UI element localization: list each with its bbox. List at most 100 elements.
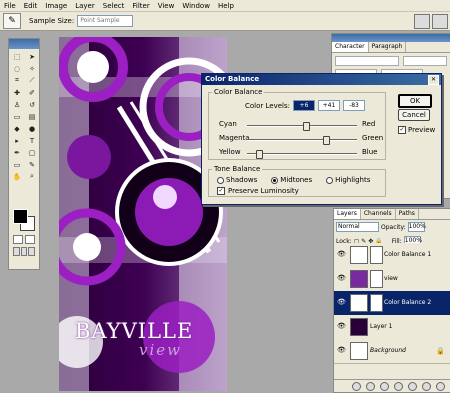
toolbox-title-bar[interactable] <box>9 39 39 49</box>
notes-tool-icon[interactable]: ▭ <box>10 159 24 170</box>
gradient-tool-icon[interactable]: ▤ <box>25 111 39 122</box>
adjustment-layer-icon[interactable] <box>394 381 403 391</box>
magenta-green-slider-knob[interactable] <box>323 136 330 145</box>
yellow-blue-track[interactable] <box>247 153 357 155</box>
marquee-tool-icon[interactable]: ⬚ <box>10 51 24 62</box>
screen-mode-full-icon[interactable] <box>28 247 36 256</box>
shape-tool-icon[interactable]: ▢ <box>25 147 39 158</box>
layer-row[interactable]: 👁 Color Balance 1 <box>334 243 450 268</box>
highlights-radio[interactable] <box>326 176 334 184</box>
type-tool-icon[interactable]: T <box>25 135 39 146</box>
eyedropper-icon[interactable]: ✎ <box>25 159 39 170</box>
font-style-select[interactable] <box>403 56 447 66</box>
new-layer-icon[interactable] <box>422 381 431 391</box>
eyedropper-tool-icon[interactable]: ✎ <box>3 13 21 29</box>
opacity-field[interactable]: 100% <box>407 222 426 232</box>
cyan-red-level-input[interactable] <box>292 100 315 111</box>
palette-well-icon[interactable] <box>432 14 448 29</box>
history-brush-icon[interactable]: ↺ <box>25 99 39 110</box>
eye-icon[interactable]: 👁 <box>337 251 346 258</box>
color-levels-row: Color Levels: <box>245 100 365 111</box>
slice-tool-icon[interactable]: ⟋ <box>25 75 39 86</box>
trash-icon[interactable] <box>436 381 445 391</box>
close-icon[interactable]: ✕ <box>428 75 439 85</box>
menu-layer[interactable]: Layer <box>71 2 99 10</box>
palette-well-icon[interactable] <box>414 14 430 29</box>
healing-tool-icon[interactable]: ✚ <box>10 87 24 98</box>
screen-mode-full-menu-icon[interactable] <box>20 247 28 256</box>
fx-icon[interactable] <box>366 381 375 391</box>
menu-edit[interactable]: Edit <box>20 2 42 10</box>
foreground-color-swatch[interactable] <box>13 209 28 224</box>
layers-panel: Layers Channels Paths Normal Opacity: 10… <box>333 208 450 393</box>
tab-paragraph[interactable]: Paragraph <box>369 42 407 52</box>
dodge-tool-icon[interactable]: ● <box>25 123 39 134</box>
preserve-luminosity-checkbox[interactable]: ✓ <box>217 187 225 195</box>
cyan-red-track[interactable] <box>247 125 357 127</box>
pen-tool-icon[interactable]: ✒ <box>10 147 24 158</box>
move-tool-icon[interactable]: ➤ <box>25 51 39 62</box>
color-balance-legend: Color Balance <box>214 88 263 96</box>
layer-row[interactable]: 👁 Layer 1 <box>334 315 450 340</box>
layer-row[interactable]: 👁 Color Balance 2 <box>334 291 450 316</box>
stamp-tool-icon[interactable]: ♙ <box>10 99 24 110</box>
font-family-select[interactable] <box>335 56 399 66</box>
magenta-green-level-input[interactable] <box>317 100 340 111</box>
menu-filter[interactable]: Filter <box>128 2 153 10</box>
shadows-option[interactable]: Shadows <box>217 176 257 184</box>
brush-tool-icon[interactable]: ✐ <box>25 87 39 98</box>
menu-view[interactable]: View <box>154 2 179 10</box>
menu-image[interactable]: Image <box>41 2 71 10</box>
dialog-title-bar[interactable]: Color Balance ✕ <box>202 74 441 85</box>
red-label: Red <box>362 120 376 128</box>
preview-checkbox[interactable]: ✓ <box>398 126 406 134</box>
preserve-luminosity-row[interactable]: ✓ Preserve Luminosity <box>217 187 299 195</box>
hand-tool-icon[interactable]: ✋ <box>10 171 24 182</box>
link-icon[interactable] <box>352 381 361 391</box>
yellow-blue-level-input[interactable] <box>342 100 365 111</box>
quick-mask-icon[interactable] <box>25 235 35 244</box>
lasso-tool-icon[interactable]: ◌ <box>10 63 24 74</box>
eye-icon[interactable]: 👁 <box>337 299 346 306</box>
magic-wand-tool-icon[interactable]: ✧ <box>25 63 39 74</box>
cyan-red-slider-knob[interactable] <box>303 122 310 131</box>
magenta-green-track[interactable] <box>247 139 357 141</box>
blend-mode-select[interactable]: Normal <box>336 222 379 232</box>
mask-icon[interactable] <box>380 381 389 391</box>
eye-icon[interactable]: 👁 <box>337 347 346 354</box>
dialog-title: Color Balance <box>205 75 260 83</box>
preview-row[interactable]: ✓ Preview <box>398 126 435 134</box>
layer-mask-thumb <box>370 270 383 288</box>
new-group-icon[interactable] <box>408 381 417 391</box>
midtones-option[interactable]: Midtones <box>271 176 312 184</box>
standard-mode-icon[interactable] <box>13 235 23 244</box>
midtones-radio[interactable] <box>271 176 279 184</box>
menu-window[interactable]: Window <box>178 2 214 10</box>
eye-icon[interactable]: 👁 <box>337 323 346 330</box>
cancel-button[interactable]: Cancel <box>398 109 430 121</box>
screen-mode-standard-icon[interactable] <box>13 247 20 256</box>
tab-character[interactable]: Character <box>332 42 369 52</box>
menu-select[interactable]: Select <box>99 2 129 10</box>
tab-layers[interactable]: Layers <box>334 209 361 219</box>
green-label: Green <box>362 134 384 142</box>
crop-tool-icon[interactable]: ⌗ <box>10 75 24 86</box>
tab-paths[interactable]: Paths <box>396 209 419 219</box>
zoom-tool-icon[interactable]: ⌕ <box>25 171 39 182</box>
panel-title-bar[interactable] <box>332 34 450 42</box>
tab-channels[interactable]: Channels <box>361 209 396 219</box>
layer-row[interactable]: 👁 view <box>334 267 450 292</box>
path-select-tool-icon[interactable]: ▸ <box>10 135 24 146</box>
menu-help[interactable]: Help <box>214 2 238 10</box>
yellow-blue-slider-knob[interactable] <box>256 150 263 159</box>
eye-icon[interactable]: 👁 <box>337 275 346 282</box>
blur-tool-icon[interactable]: ◆ <box>10 123 24 134</box>
layer-row[interactable]: 👁 Background 🔒 <box>334 339 450 364</box>
menu-file[interactable]: File <box>0 2 20 10</box>
sample-size-select[interactable]: Point Sample <box>77 15 134 27</box>
eraser-tool-icon[interactable]: ▭ <box>10 111 24 122</box>
tone-radios: Shadows Midtones Highlights <box>217 176 370 184</box>
highlights-option[interactable]: Highlights <box>326 176 370 184</box>
ok-button[interactable]: OK <box>398 94 432 108</box>
shadows-radio[interactable] <box>217 176 224 184</box>
